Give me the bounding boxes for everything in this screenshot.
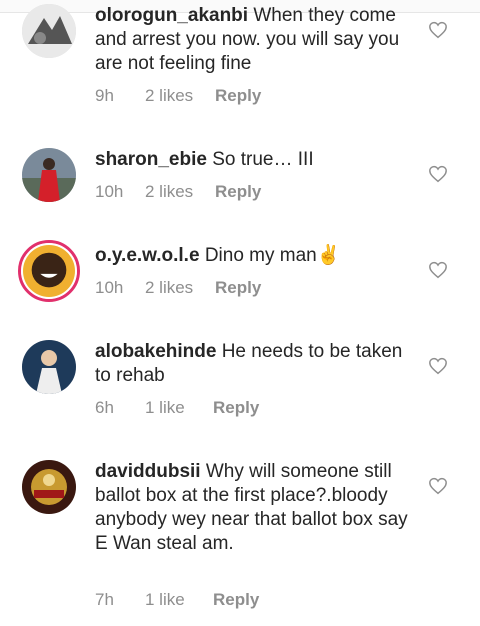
avatar[interactable]: [22, 4, 76, 58]
comment-meta: 9h 2 likes Reply: [95, 86, 261, 106]
avatar[interactable]: [22, 340, 76, 394]
comment-text: daviddubsii Why will someone still ballo…: [95, 460, 415, 556]
reply-button[interactable]: Reply: [213, 398, 259, 418]
comment-likes[interactable]: 2 likes: [145, 86, 215, 106]
avatar-photo-icon: [22, 460, 76, 514]
avatar-photo-icon: [23, 245, 75, 297]
like-button[interactable]: [428, 21, 448, 39]
reply-button[interactable]: Reply: [215, 278, 261, 298]
like-button[interactable]: [428, 477, 448, 495]
comment-time: 7h: [95, 590, 114, 609]
avatar[interactable]: [22, 460, 76, 514]
comment-meta: 6h 1 like Reply: [95, 398, 259, 418]
comment-likes[interactable]: 1 like: [145, 590, 213, 610]
comment-username[interactable]: olorogun_akanbi: [95, 5, 248, 26]
reply-button[interactable]: Reply: [215, 182, 261, 202]
comment-meta: 10h 2 likes Reply: [95, 182, 261, 202]
reply-button[interactable]: Reply: [215, 86, 261, 106]
heart-outline-icon: [429, 165, 447, 183]
comment-body: So true… III: [212, 149, 314, 170]
heart-outline-icon: [429, 357, 447, 375]
comment-time: 10h: [95, 278, 124, 297]
like-button[interactable]: [428, 165, 448, 183]
comment-body: Dino my man✌: [204, 245, 341, 266]
comment-text: sharon_ebie So true… III: [95, 148, 415, 172]
like-button[interactable]: [428, 357, 448, 375]
comment-username[interactable]: daviddubsii: [95, 461, 201, 482]
comment-meta: 7h 1 like Reply: [95, 590, 259, 610]
comment-text: o.y.e.w.o.l.e Dino my man✌: [95, 244, 415, 268]
comment-likes[interactable]: 1 like: [145, 398, 213, 418]
comment-username[interactable]: sharon_ebie: [95, 149, 207, 170]
avatar-photo-icon: [22, 340, 76, 394]
avatar-photo-icon: [22, 148, 76, 202]
comment-time: 6h: [95, 398, 114, 417]
avatar-image: [21, 243, 77, 299]
comment-time: 9h: [95, 86, 114, 105]
comment-likes[interactable]: 2 likes: [145, 278, 215, 298]
comment-text: alobakehinde He needs to be taken to reh…: [95, 340, 415, 388]
avatar[interactable]: [18, 240, 80, 302]
comment-meta: 10h 2 likes Reply: [95, 278, 261, 298]
reply-button[interactable]: Reply: [213, 590, 259, 610]
avatar-photo-icon: [22, 4, 76, 58]
comment-text: olorogun_akanbi When they come and arres…: [95, 4, 415, 76]
comment-username[interactable]: alobakehinde: [95, 341, 216, 362]
comment-time: 10h: [95, 182, 124, 201]
comment-likes[interactable]: 2 likes: [145, 182, 215, 202]
heart-outline-icon: [429, 477, 447, 495]
heart-outline-icon: [429, 261, 447, 279]
comment-username[interactable]: o.y.e.w.o.l.e: [95, 245, 200, 266]
avatar[interactable]: [22, 148, 76, 202]
like-button[interactable]: [428, 261, 448, 279]
heart-outline-icon: [429, 21, 447, 39]
